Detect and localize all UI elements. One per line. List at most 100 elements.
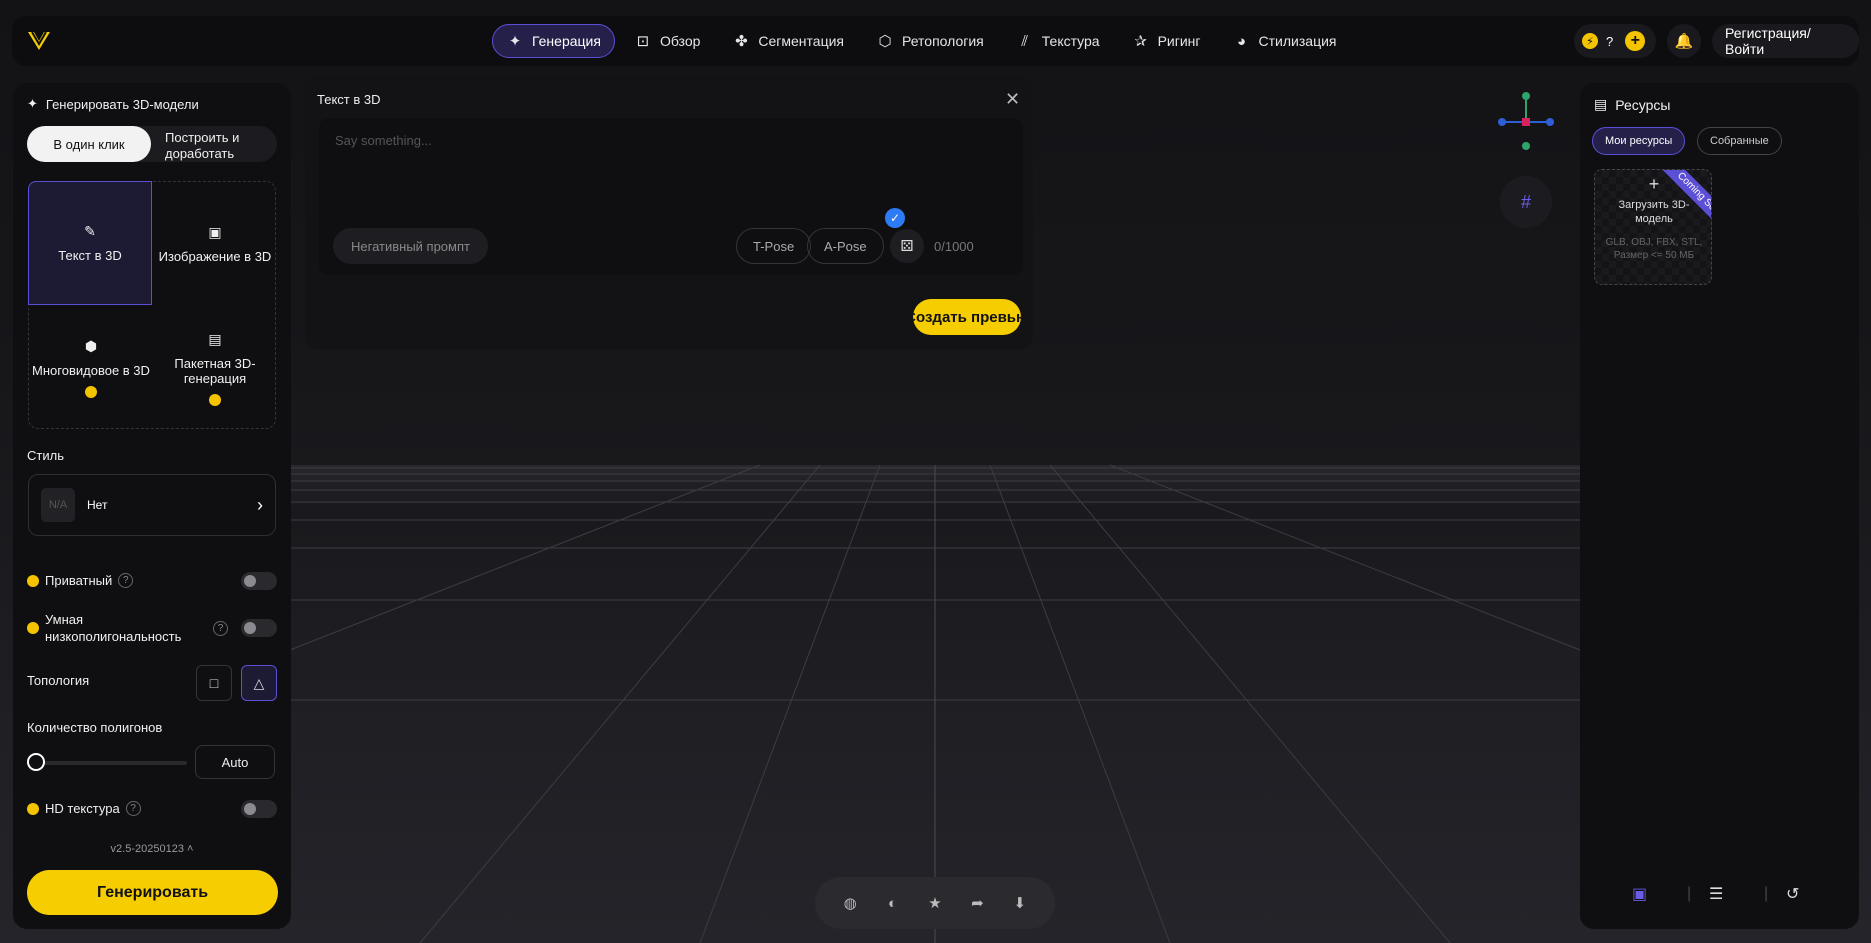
scan-icon: ⊡ xyxy=(636,33,650,50)
download-icon[interactable]: ⬇ xyxy=(1008,894,1032,912)
lowpoly-toggle[interactable] xyxy=(241,619,277,637)
nav-review[interactable]: ⊡ Обзор xyxy=(621,24,713,58)
style-label: Стиль xyxy=(27,448,64,463)
history-icon: ↺ xyxy=(1786,886,1800,903)
close-icon[interactable]: ✕ xyxy=(1005,89,1020,110)
private-toggle[interactable] xyxy=(241,571,277,590)
private-option: Приватный ? xyxy=(27,571,277,590)
upload-model-card[interactable]: + Загрузить 3D-модель GLB, OBJ, FBX, STL… xyxy=(1594,169,1712,285)
type-multiview-to-3d[interactable]: ⬢ Многовидовое в 3D xyxy=(29,306,153,430)
apose-button[interactable]: A-Pose xyxy=(807,228,884,264)
style-value: Нет xyxy=(87,498,108,512)
type-text-to-3d[interactable]: ✎ Текст в 3D xyxy=(28,181,152,305)
tab-my-assets[interactable]: Мои ресурсы xyxy=(1592,127,1686,155)
layers-button[interactable]: ☰ xyxy=(1709,883,1723,905)
polycount-slider-knob[interactable] xyxy=(27,753,45,771)
polycount-label: Количество полигонов xyxy=(27,720,163,735)
nav-label: Текстура xyxy=(1041,33,1100,49)
axis-gizmo[interactable] xyxy=(1490,90,1562,150)
topology-quad-button[interactable]: □ xyxy=(196,665,232,701)
type-image-to-3d[interactable]: ▣ Изображение в 3D xyxy=(153,182,277,306)
hd-label: HD текстура xyxy=(45,801,120,816)
nav-segmentation[interactable]: ✤ Сегментация xyxy=(719,24,857,58)
top-navbar: ✦ Генерация ⊡ Обзор ✤ Сегментация ⬡ Рето… xyxy=(12,16,1859,66)
nav-label: Ригинг xyxy=(1157,33,1201,49)
credits-value: ? xyxy=(1606,33,1614,49)
mode-one-click-button[interactable]: В один клик xyxy=(27,126,151,162)
polycount-input[interactable]: Auto xyxy=(195,745,275,779)
nav-rigging[interactable]: ✰ Ригинг xyxy=(1119,24,1214,58)
share-icon[interactable]: ➦ xyxy=(965,894,989,912)
archive-icon: ▤ xyxy=(1594,96,1608,112)
material-icon[interactable]: ◐ xyxy=(881,895,905,912)
version-label: v2.5-20250123 xyxy=(110,843,184,855)
tab-collected[interactable]: Собранные xyxy=(1697,127,1782,155)
assets-view-button[interactable]: ▣ xyxy=(1632,883,1647,905)
nav-label: Генерация xyxy=(532,33,601,49)
nav-label: Стилизация xyxy=(1258,33,1337,49)
layers-icon: ☰ xyxy=(1709,886,1724,903)
tpose-button[interactable]: T-Pose xyxy=(736,228,812,264)
style-selector[interactable]: N/A Нет › xyxy=(28,474,276,536)
assets-panel: ▤ Ресурсы Мои ресурсы Собранные + Загруз… xyxy=(1580,83,1859,929)
random-prompt-button[interactable]: ⚄ xyxy=(890,229,924,263)
version-selector[interactable]: v2.5-20250123 ˄ xyxy=(13,843,291,855)
login-button[interactable]: Регистрация/Войти xyxy=(1712,24,1859,58)
polycount-option: Количество полигонов xyxy=(27,720,277,735)
prompt-input[interactable]: Say something... ✓ Негативный промпт T-P… xyxy=(319,118,1023,275)
hd-toggle[interactable] xyxy=(241,799,277,818)
text-to-3d-panel: Текст в 3D ✕ Say something... ✓ Негативн… xyxy=(305,75,1033,349)
viewport-toolbar: ◍ ◐ ★ ➦ ⬇ xyxy=(815,877,1055,929)
rig-icon: ✰ xyxy=(1134,33,1147,50)
footer-divider: | xyxy=(1687,885,1692,902)
dice-icon: ⚄ xyxy=(900,238,914,255)
lowpoly-label: Умная низкополигональность xyxy=(45,612,182,644)
square-icon: □ xyxy=(209,675,219,691)
panel-title-text: Генерировать 3D-модели xyxy=(45,96,199,112)
generate-button[interactable]: Генерировать xyxy=(27,870,278,915)
bell-icon: 🔔 xyxy=(1674,33,1694,50)
type-label: Изображение в 3D xyxy=(158,249,272,264)
notifications-button[interactable]: 🔔 xyxy=(1667,24,1701,58)
nav-generation[interactable]: ✦ Генерация xyxy=(492,24,615,58)
texture-icon: ⫽ xyxy=(1021,32,1029,50)
type-label: Текст в 3D xyxy=(58,248,122,263)
grid-toggle-button[interactable]: # xyxy=(1500,176,1552,228)
char-counter: 0/1000 xyxy=(934,239,974,254)
polycount-slider-track[interactable] xyxy=(27,761,187,765)
palette-icon: ◕ xyxy=(1237,32,1247,50)
globe-icon[interactable]: ◍ xyxy=(838,894,862,912)
upload-title: Загрузить 3D-модель xyxy=(1618,199,1690,225)
type-label: Пакетная 3D-генерация xyxy=(174,355,256,386)
assets-title: ▤ Ресурсы xyxy=(1594,96,1670,113)
topology-label: Топология xyxy=(27,673,90,688)
help-icon[interactable]: ? xyxy=(125,801,141,816)
mode-build-button[interactable]: Построить и доработать xyxy=(165,130,265,162)
help-icon[interactable]: ? xyxy=(118,573,134,588)
help-icon[interactable]: ? xyxy=(213,620,228,636)
negative-prompt-button[interactable]: Негативный промпт xyxy=(333,228,488,264)
topology-triangle-button[interactable]: △ xyxy=(241,665,277,701)
footer-divider: | xyxy=(1764,885,1769,902)
crown-icon xyxy=(85,386,97,398)
type-batch-generation[interactable]: ▤ Пакетная 3D-генерация xyxy=(153,306,277,430)
style-thumbnail: N/A xyxy=(41,488,75,522)
nav-texture[interactable]: ⫽ Текстура xyxy=(1003,24,1113,58)
batch-icon: ▤ xyxy=(208,330,222,347)
history-button[interactable]: ↺ xyxy=(1786,883,1799,905)
nav-retopology[interactable]: ⬡ Ретопология xyxy=(863,24,997,58)
add-credits-button[interactable]: + xyxy=(1625,31,1646,51)
crown-icon xyxy=(27,802,39,815)
panel-title: ✦ Генерировать 3D-модели xyxy=(27,96,199,112)
check-badge-icon[interactable]: ✓ xyxy=(885,208,905,228)
hd-texture-option: HD текстура ? xyxy=(27,799,277,818)
app-logo[interactable] xyxy=(26,28,52,54)
create-preview-button[interactable]: Создать превью xyxy=(913,299,1021,335)
credits-widget[interactable]: ⚡ ? + xyxy=(1574,24,1656,58)
chevron-up-icon: ˄ xyxy=(187,843,194,855)
sparkle-icon: ✦ xyxy=(27,96,38,111)
multiview-icon: ⬢ xyxy=(84,338,98,354)
star-icon[interactable]: ★ xyxy=(923,894,947,912)
upload-description: GLB, OBJ, FBX, STL, Размер <= 50 МБ xyxy=(1605,237,1703,261)
nav-stylization[interactable]: ◕ Стилизация xyxy=(1220,24,1350,58)
